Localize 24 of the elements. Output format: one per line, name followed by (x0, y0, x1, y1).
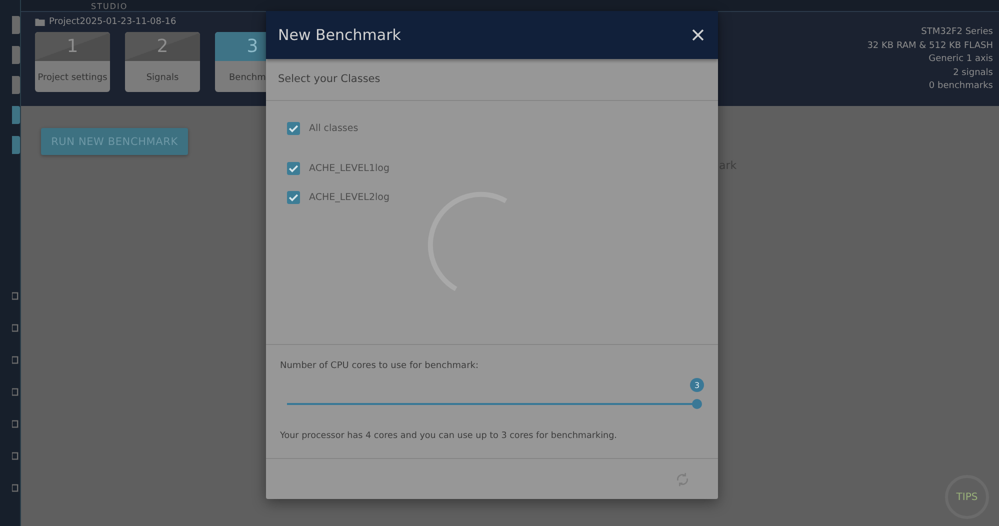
section-title: Select your Classes (266, 59, 718, 101)
device-info-text: 0 benchmarks (928, 80, 993, 94)
checkbox[interactable] (287, 190, 300, 204)
close-icon[interactable] (692, 29, 704, 41)
checkbox-label: All classes (309, 122, 358, 134)
checkbox[interactable] (287, 122, 300, 134)
slider-label: Number of CPU cores to use for benchmark: (280, 361, 480, 371)
step-tab[interactable]: 2 Signals (125, 32, 200, 92)
cores-slider[interactable]: 3 (280, 377, 704, 411)
slider-thumb[interactable] (692, 399, 702, 409)
device-info-text: Generic 1 axis (928, 53, 993, 66)
device-info-text: 2 signals (953, 66, 993, 80)
folder-icon (35, 18, 45, 26)
tips-button[interactable]: TIPS (945, 475, 989, 519)
device-info-text: 32 KB RAM & 512 KB FLASH (867, 40, 993, 53)
app-title: STUDIO (91, 2, 128, 11)
checkbox[interactable] (287, 162, 300, 174)
device-info-text: STM32F2 Series (921, 26, 993, 39)
checkbox-label: ACHE_LEVEL2log (309, 192, 390, 202)
project-name: Project2025-01-23-11-08-16 (49, 17, 176, 27)
step-tab[interactable]: 1 Project settings (35, 32, 110, 92)
cores-note: Your processor has 4 cores and you can use up to 3 cores for benchmarking. (280, 431, 618, 441)
checkbox-label: ACHE_LEVEL1log (309, 162, 390, 174)
slider-value-badge: 3 (690, 378, 704, 392)
